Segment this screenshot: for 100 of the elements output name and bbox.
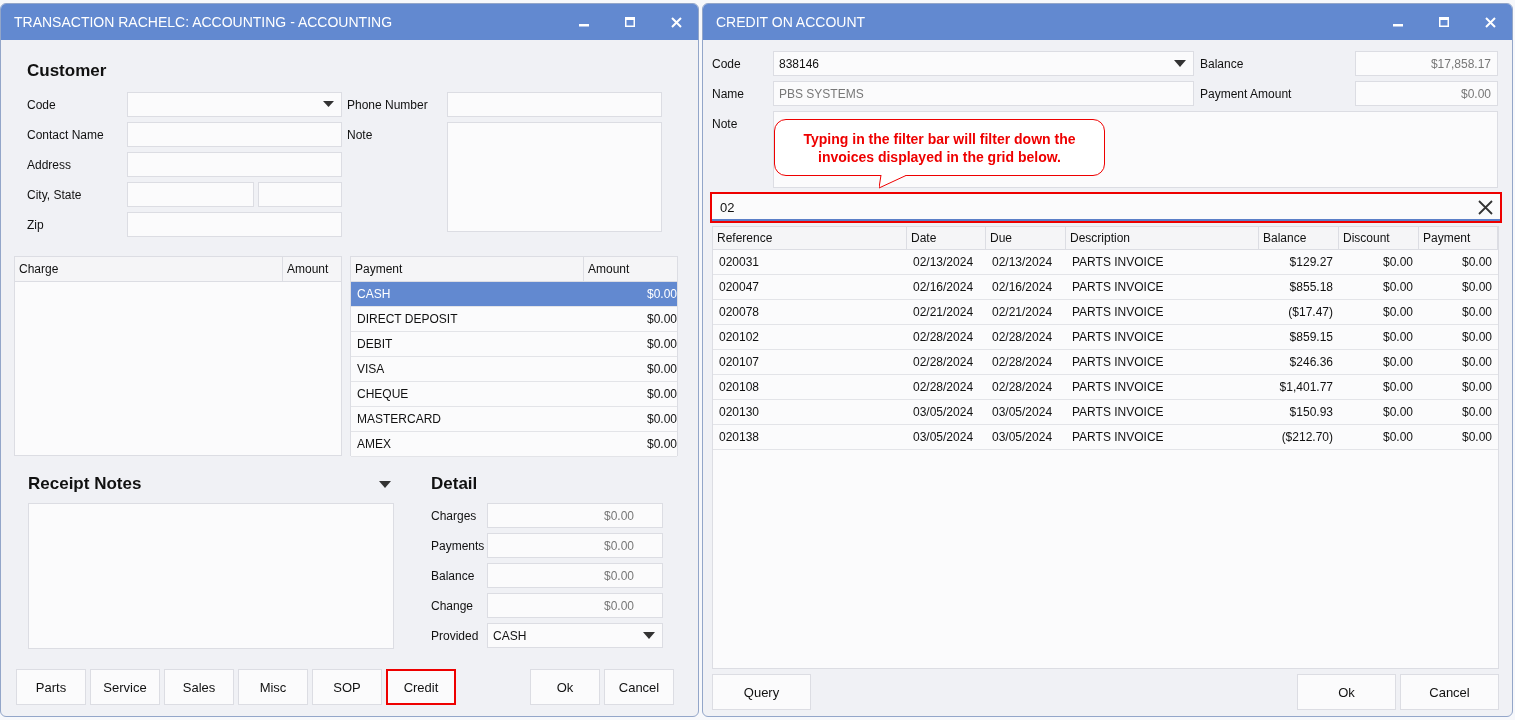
field-label: Code	[27, 97, 57, 112]
field-label: Provided	[431, 628, 480, 643]
column-header[interactable]: Payment	[351, 257, 584, 281]
code-dropdown[interactable]: 838146	[773, 51, 1194, 76]
input-field[interactable]	[127, 122, 342, 147]
dialog-button[interactable]: Cancel	[604, 669, 674, 705]
table-cell: VISA	[357, 362, 385, 376]
table-cell-text: 02/28/2024	[912, 379, 975, 396]
caret-icon	[323, 101, 334, 107]
table-cell-text: $0.00	[1381, 279, 1414, 296]
clear-icon[interactable]	[1478, 200, 1493, 215]
field-label: Zip	[27, 217, 45, 232]
amount-field[interactable]: $0.00	[487, 563, 663, 588]
column-header[interactable]: Due	[986, 227, 1066, 249]
dialog-button[interactable]: Ok	[530, 669, 600, 705]
table-cell: $0.00	[646, 287, 677, 301]
amount-field[interactable]: $0.00	[487, 503, 663, 528]
close-icon[interactable]	[671, 16, 682, 28]
table-cell-text: 02/16/2024	[991, 279, 1054, 296]
table-cell: MASTERCARD	[357, 412, 441, 426]
field-label: Contact Name	[27, 127, 105, 142]
column-header[interactable]: Amount	[584, 257, 677, 281]
table-cell-text: PARTS INVOICE	[1071, 404, 1165, 421]
table-cell-text: $1,401.77	[1278, 379, 1334, 396]
field-label: Balance	[431, 568, 476, 583]
table-cell-text: $0.00	[1460, 279, 1493, 296]
table-cell-text: $0.00	[1381, 329, 1414, 346]
table-cell-text: PARTS INVOICE	[1071, 429, 1165, 446]
column-header[interactable]: Charge	[15, 257, 283, 281]
table-cell-text: 03/05/2024	[912, 404, 975, 421]
dialog-button[interactable]: Ok	[1297, 674, 1396, 710]
query-button[interactable]: Query	[712, 674, 811, 710]
table-cell-text: 02/28/2024	[991, 379, 1054, 396]
table-cell-text: 020031	[718, 254, 761, 271]
payment-amount-field[interactable]: $0.00	[1355, 81, 1498, 106]
action-button[interactable]: Misc	[238, 669, 308, 705]
city-field[interactable]	[127, 182, 254, 207]
payment-row[interactable]: CASH $0.00	[351, 282, 677, 307]
table-cell: CHEQUE	[357, 387, 409, 401]
provided-dropdown[interactable]: CASH	[487, 623, 663, 648]
field-label: Note	[347, 127, 374, 142]
table-cell-text: 02/28/2024	[991, 329, 1054, 346]
table-cell-text: $0.00	[1460, 379, 1493, 396]
column-header[interactable]: Amount	[283, 257, 341, 281]
table-cell-text: ($17.47)	[1287, 304, 1334, 321]
phone-field[interactable]	[447, 92, 662, 117]
field-label: Charges	[431, 508, 478, 523]
column-header[interactable]: Date	[907, 227, 986, 249]
column-header[interactable]: Payment	[1419, 227, 1498, 249]
table-cell-text: $0.00	[1381, 354, 1414, 371]
table-cell-text: ($212.70)	[1280, 429, 1334, 446]
section-heading: Customer	[27, 60, 108, 82]
table-cell-text: 020078	[718, 304, 761, 321]
table-cell-text: 020047	[718, 279, 761, 296]
table-cell-text: 02/16/2024	[912, 279, 975, 296]
table-cell-text: $0.00	[1460, 354, 1493, 371]
table-cell-text: 03/05/2024	[912, 429, 975, 446]
table-cell: AMEX	[357, 437, 391, 451]
column-header[interactable]: Discount	[1339, 227, 1419, 249]
table-cell-text: 02/21/2024	[991, 304, 1054, 321]
column-header[interactable]: Reference	[713, 227, 907, 249]
table-cell: DEBIT	[357, 337, 393, 351]
action-button[interactable]: Sales	[164, 669, 234, 705]
maximize-icon[interactable]	[625, 17, 635, 27]
field-label: Note	[712, 116, 739, 131]
action-button[interactable]: Parts	[16, 669, 86, 705]
field-label: Change	[431, 598, 475, 613]
dialog-button[interactable]: Cancel	[1400, 674, 1499, 710]
table-cell-text: PARTS INVOICE	[1071, 379, 1165, 396]
field-label: Name	[712, 86, 745, 101]
caret-icon[interactable]	[379, 480, 391, 488]
state-field[interactable]	[258, 182, 342, 207]
column-header[interactable]: Balance	[1259, 227, 1339, 249]
table-cell-text: 020138	[718, 429, 761, 446]
table-cell-text: $0.00	[1460, 404, 1493, 421]
table-cell-text: $129.27	[1288, 254, 1334, 271]
action-button[interactable]: SOP	[312, 669, 382, 705]
input-field[interactable]	[127, 212, 342, 237]
table-cell-text: 02/13/2024	[991, 254, 1054, 271]
column-header[interactable]: Description	[1066, 227, 1259, 249]
table-cell-text: $150.93	[1288, 404, 1334, 421]
close-icon[interactable]	[1485, 16, 1496, 28]
table-cell-text: $0.00	[1460, 329, 1493, 346]
amount-field[interactable]: $0.00	[487, 533, 663, 558]
table-cell-text: 02/28/2024	[912, 329, 975, 346]
action-button[interactable]: Service	[90, 669, 160, 705]
filter-bar[interactable]: 02	[710, 192, 1502, 223]
field-label: Address	[27, 157, 73, 172]
maximize-icon[interactable]	[1439, 17, 1449, 27]
amount-field[interactable]: $0.00	[487, 593, 663, 618]
table-cell: $0.00	[646, 412, 677, 426]
window-title: TRANSACTION RACHELC: ACCOUNTING - ACCOUNTING	[14, 14, 393, 30]
table-cell-text: $0.00	[1460, 429, 1493, 446]
table-cell: $0.00	[646, 437, 677, 451]
input-field[interactable]	[127, 152, 342, 177]
table-cell-text: 020108	[718, 379, 761, 396]
field-label: Payment Amount	[1200, 86, 1293, 101]
action-button[interactable]: Credit	[386, 669, 456, 705]
table-cell-text: $246.36	[1288, 354, 1334, 371]
table-cell-text: 02/28/2024	[991, 354, 1054, 371]
